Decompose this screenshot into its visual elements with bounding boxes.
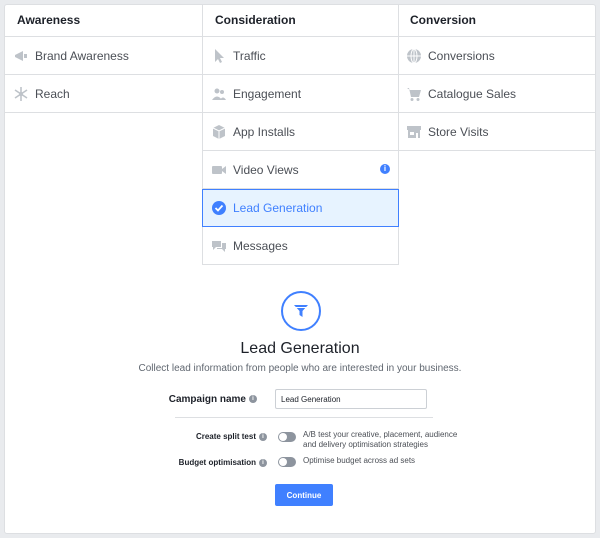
- split-test-desc-line-2: and delivery optimisation strategies: [303, 440, 428, 449]
- snowflake-icon: [13, 86, 29, 102]
- budget-label: Budget optimisation: [178, 458, 256, 467]
- cart-icon: [406, 86, 422, 102]
- objective-lead-generation[interactable]: Lead Generation: [202, 189, 399, 227]
- objective-title: Lead Generation: [240, 340, 360, 357]
- people-icon: [211, 86, 227, 102]
- column-awareness: Awareness Brand Awareness Reach: [5, 5, 202, 113]
- budget-description: Optimise budget across ad sets: [303, 456, 416, 465]
- box-icon: [211, 124, 227, 140]
- check-circle-icon: [211, 200, 227, 216]
- objective-traffic[interactable]: Traffic: [202, 37, 399, 75]
- objective-conversions[interactable]: Conversions: [398, 37, 595, 75]
- objective-label: Messages: [233, 238, 288, 253]
- globe-icon: [406, 48, 422, 64]
- objective-brand-awareness[interactable]: Brand Awareness: [5, 37, 202, 75]
- info-icon[interactable]: i: [249, 395, 257, 404]
- objective-catalogue-sales[interactable]: Catalogue Sales: [398, 75, 595, 113]
- column-conversion: Conversion Conversions Catalogue Sales S…: [398, 5, 595, 151]
- store-icon: [406, 124, 422, 140]
- split-test-label: Create split test: [195, 432, 256, 441]
- info-icon[interactable]: i: [259, 432, 267, 441]
- budget-row-label: Budget optimisation i: [155, 458, 267, 467]
- split-test-description: A/B test your creative, placement, audie…: [303, 430, 457, 450]
- column-header: Conversion: [398, 5, 595, 37]
- objective-label: Brand Awareness: [35, 48, 129, 63]
- objective-label: Catalogue Sales: [428, 86, 517, 101]
- split-test-row-label: Create split test i: [155, 432, 267, 441]
- objective-label: Store Visits: [428, 124, 489, 139]
- divider: [175, 417, 433, 418]
- info-icon[interactable]: i: [380, 164, 390, 174]
- objective-store-visits[interactable]: Store Visits: [398, 113, 595, 151]
- split-test-desc-line-1: A/B test your creative, placement, audie…: [303, 430, 458, 439]
- objective-label: App Installs: [233, 124, 296, 139]
- objective-engagement[interactable]: Engagement: [202, 75, 399, 113]
- objective-panel: Awareness Brand Awareness Reach Consider…: [4, 4, 596, 534]
- budget-toggle[interactable]: [278, 457, 296, 467]
- column-header: Awareness: [5, 5, 202, 37]
- objective-reach[interactable]: Reach: [5, 75, 202, 113]
- objective-label: Conversions: [428, 48, 495, 63]
- objective-label: Reach: [35, 86, 70, 101]
- campaign-name-row-label: Campaign name i: [155, 394, 257, 405]
- campaign-name-label: Campaign name: [168, 394, 246, 405]
- objective-messages[interactable]: Messages: [202, 227, 399, 265]
- objective-label: Traffic: [233, 48, 266, 63]
- objective-app-installs[interactable]: App Installs: [202, 113, 399, 151]
- video-icon: [211, 162, 227, 178]
- funnel-icon: [281, 291, 321, 331]
- objective-description: Collect lead information from people who…: [138, 363, 462, 374]
- objective-label: Engagement: [233, 86, 302, 101]
- split-test-toggle[interactable]: [278, 432, 296, 442]
- column-header: Consideration: [202, 5, 399, 37]
- cursor-icon: [211, 48, 227, 64]
- continue-button[interactable]: Continue: [275, 484, 333, 506]
- chat-icon: [211, 238, 227, 254]
- megaphone-icon: [13, 48, 29, 64]
- campaign-name-input[interactable]: [275, 389, 427, 409]
- objective-label: Lead Generation: [233, 201, 323, 215]
- info-icon[interactable]: i: [259, 458, 267, 467]
- objective-video-views[interactable]: Video Views i: [202, 151, 399, 189]
- objective-label: Video Views: [233, 162, 299, 177]
- column-consideration: Consideration Traffic Engagement App Ins…: [202, 5, 399, 265]
